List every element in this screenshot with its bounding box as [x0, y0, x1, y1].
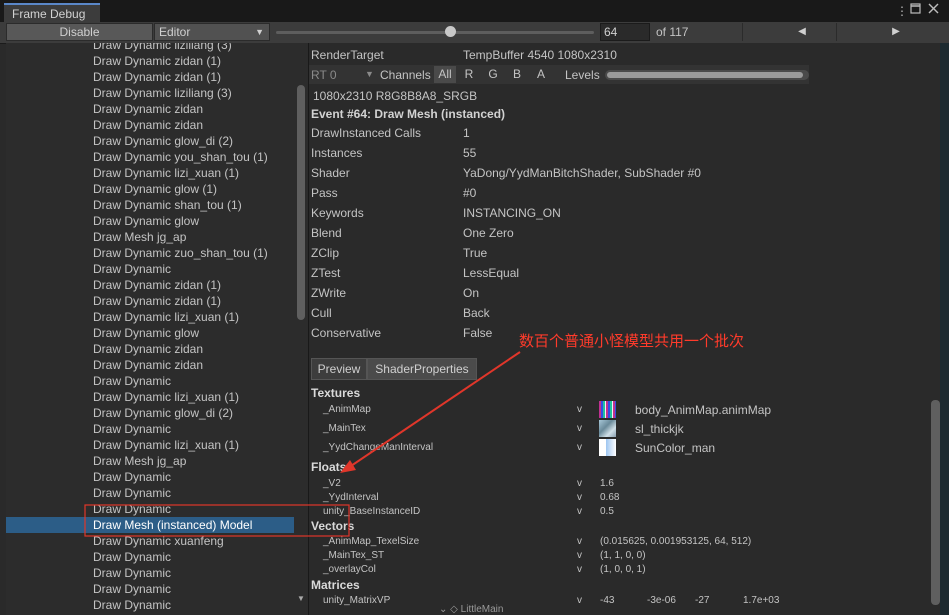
- annotation-arrow: [347, 351, 521, 469]
- scene-view-edge: [940, 43, 949, 615]
- annotation-overlay: [84, 351, 521, 537]
- selection-highlight-box: [84, 504, 350, 537]
- annotation-arrowhead: [340, 460, 356, 473]
